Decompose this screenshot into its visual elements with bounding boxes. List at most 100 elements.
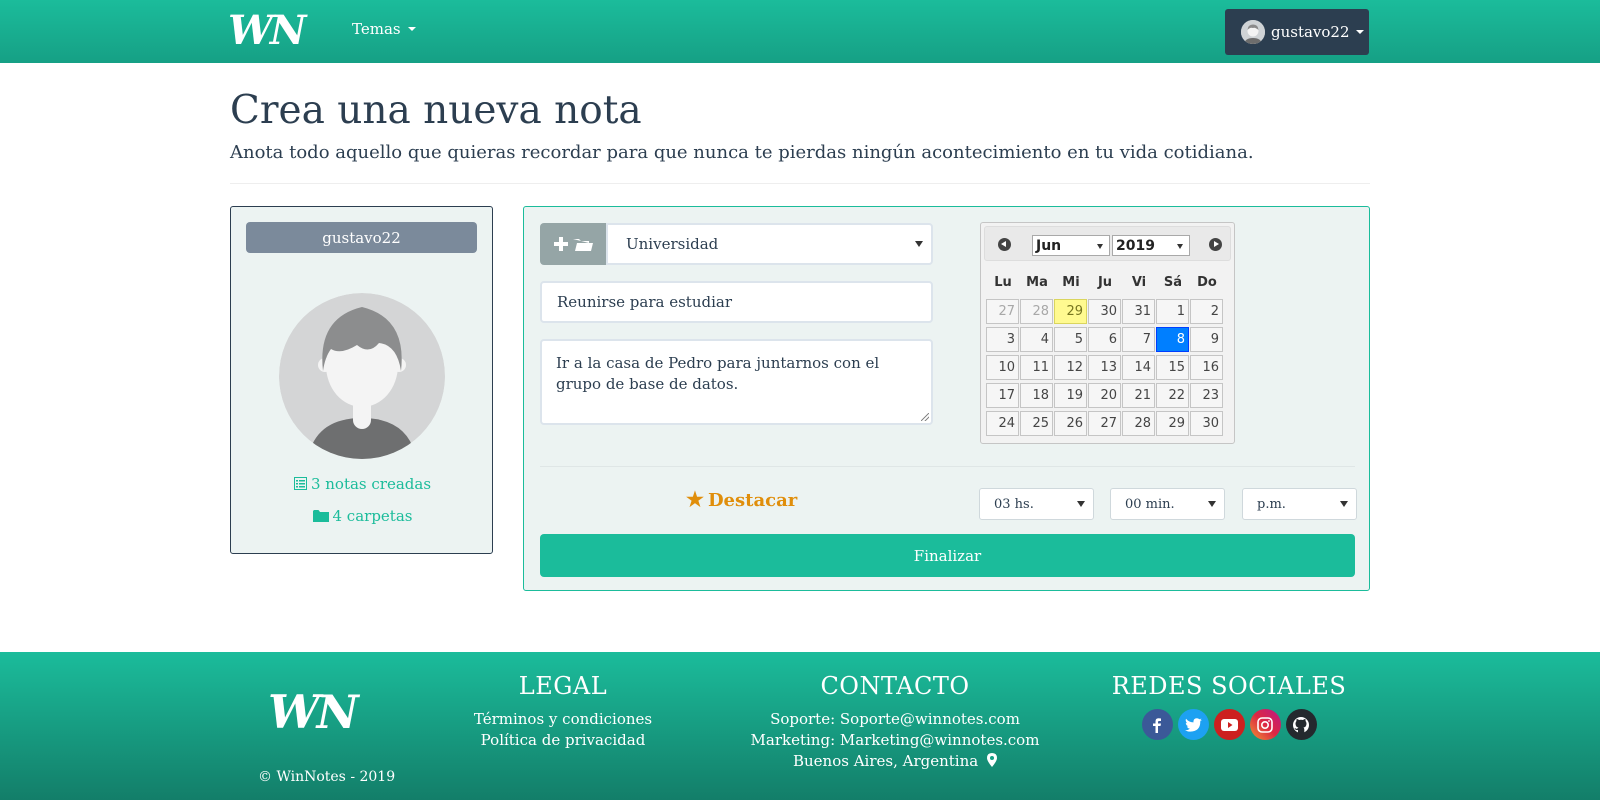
calendar-day[interactable]: 7 [1122, 327, 1155, 352]
chevron-down-icon [1177, 243, 1183, 249]
chevron-down-icon [1340, 501, 1348, 507]
finalizar-button[interactable]: Finalizar [540, 534, 1355, 577]
calendar-day[interactable]: 10 [986, 355, 1019, 380]
calendar-day[interactable]: 2 [1190, 299, 1223, 324]
destacar-toggle[interactable]: ★ Destacar [686, 487, 797, 511]
calendar-day[interactable]: 13 [1088, 355, 1121, 380]
note-description-textarea[interactable]: Ir a la casa de Pedro para juntarnos con… [540, 339, 933, 425]
calendar-day[interactable]: 14 [1122, 355, 1155, 380]
folders-count-label: 4 carpetas [332, 507, 413, 525]
folder-select[interactable]: Universidad [606, 223, 933, 265]
note-title-input[interactable]: Reunirse para estudiar [540, 281, 933, 323]
footer-social: REDES SOCIALES [1111, 672, 1347, 740]
weekday-header: Ju [1097, 275, 1113, 290]
location-line: Buenos Aires, Argentina [735, 751, 1055, 772]
calendar-day[interactable]: 16 [1190, 355, 1223, 380]
temas-dropdown[interactable]: Temas [352, 20, 416, 38]
facebook-icon[interactable] [1141, 709, 1173, 740]
calendar-day[interactable]: 17 [986, 383, 1019, 408]
year-select-value: 2019 [1116, 237, 1155, 254]
calendar-day[interactable]: 27 [1088, 411, 1121, 436]
minutes-select-value: 00 min. [1125, 496, 1175, 512]
weekday-header: Ma [1026, 275, 1048, 290]
calendar-day[interactable]: 29 [1156, 411, 1189, 436]
minutes-select[interactable]: 00 min. [1110, 488, 1225, 520]
weekday-header: Lu [994, 275, 1012, 290]
footer-legal: LEGAL Términos y condiciones Política de… [463, 672, 663, 751]
calendar-day[interactable]: 3 [986, 327, 1019, 352]
calendar-day[interactable]: 1 [1156, 299, 1189, 324]
user-menu-button[interactable]: gustavo22 [1225, 9, 1369, 55]
footer-contact: CONTACTO Soporte: Soporte@winnotes.com M… [735, 672, 1055, 772]
calendar-day[interactable]: 18 [1020, 383, 1053, 408]
svg-text:WN: WN [228, 10, 308, 52]
profile-panel: gustavo22 3 notas creadas 4 carpetas [230, 206, 493, 554]
calendar-day[interactable]: 9 [1190, 327, 1223, 352]
calendar-day[interactable]: 22 [1156, 383, 1189, 408]
calendar-day[interactable]: 30 [1190, 411, 1223, 436]
page-title: Crea una nueva nota [230, 88, 642, 133]
calendar-day[interactable]: 21 [1122, 383, 1155, 408]
calendar-day[interactable]: 20 [1088, 383, 1121, 408]
calendar-day[interactable]: 27 [986, 299, 1019, 324]
divider [230, 183, 1370, 184]
calendar-day[interactable]: 25 [1020, 411, 1053, 436]
privacy-link[interactable]: Política de privacidad [463, 730, 663, 751]
calendar-day[interactable]: 28 [1020, 299, 1053, 324]
calendar-day[interactable]: 31 [1122, 299, 1155, 324]
calendar-day[interactable]: 30 [1088, 299, 1121, 324]
calendar-day[interactable]: 11 [1020, 355, 1053, 380]
chevron-down-icon [915, 241, 923, 247]
ampm-select-value: p.m. [1257, 496, 1286, 512]
legal-heading: LEGAL [518, 672, 608, 700]
chevron-down-icon [1077, 501, 1085, 507]
next-month-icon[interactable] [1209, 238, 1222, 251]
github-icon[interactable] [1285, 709, 1317, 740]
calendar-day[interactable]: 15 [1156, 355, 1189, 380]
calendar-day-selected[interactable]: 8 [1156, 327, 1189, 352]
footer: WN © WinNotes - 2019 LEGAL Términos y co… [0, 652, 1600, 800]
avatar-icon [1241, 20, 1265, 44]
terms-link[interactable]: Términos y condiciones [463, 709, 663, 730]
calendar-day[interactable]: 29 [1054, 299, 1087, 324]
weekday-header: Mi [1062, 275, 1080, 290]
prev-month-icon[interactable] [998, 238, 1011, 251]
youtube-icon[interactable] [1213, 709, 1245, 740]
calendar-day[interactable]: 28 [1122, 411, 1155, 436]
folders-count-link[interactable]: 4 carpetas [231, 507, 494, 526]
user-menu-label: gustavo22 [1271, 23, 1350, 41]
resize-handle-icon[interactable] [921, 413, 929, 421]
notes-count-link[interactable]: 3 notas creadas [231, 475, 494, 494]
hours-select-value: 03 hs. [994, 496, 1034, 512]
folder-icon [312, 508, 329, 526]
calendar-day[interactable]: 4 [1020, 327, 1053, 352]
location-text: Buenos Aires, Argentina [793, 752, 979, 770]
calendar-day[interactable]: 12 [1054, 355, 1087, 380]
finalizar-label: Finalizar [913, 546, 982, 565]
calendar-day[interactable]: 19 [1054, 383, 1087, 408]
calendar-day[interactable]: 23 [1190, 383, 1223, 408]
footer-logo[interactable]: WN [268, 690, 394, 736]
calendar-day[interactable]: 6 [1088, 327, 1121, 352]
weekday-header: Sá [1163, 275, 1183, 290]
winnotes-logo[interactable]: WN [228, 10, 332, 52]
page-subtitle: Anota todo aquello que quieras recordar … [230, 142, 1254, 163]
weekday-header: Vi [1131, 275, 1147, 290]
calendar-day[interactable]: 24 [986, 411, 1019, 436]
twitter-icon[interactable] [1177, 709, 1209, 740]
profile-username: gustavo22 [246, 222, 477, 253]
calendar-day[interactable]: 26 [1054, 411, 1087, 436]
datepicker-header: Jun 2019 [984, 226, 1231, 261]
add-folder-button[interactable] [540, 223, 606, 265]
month-select-value: Jun [1036, 237, 1062, 254]
hours-select[interactable]: 03 hs. [979, 488, 1094, 520]
calendar-day[interactable]: 5 [1054, 327, 1087, 352]
month-select[interactable]: Jun [1032, 235, 1110, 256]
social-heading: REDES SOCIALES [1111, 672, 1347, 700]
note-title-value: Reunirse para estudiar [557, 293, 733, 311]
instagram-icon[interactable] [1249, 709, 1281, 740]
year-select[interactable]: 2019 [1112, 235, 1190, 256]
ampm-select[interactable]: p.m. [1242, 488, 1357, 520]
weekday-header: Do [1197, 275, 1217, 290]
list-icon [293, 476, 307, 494]
